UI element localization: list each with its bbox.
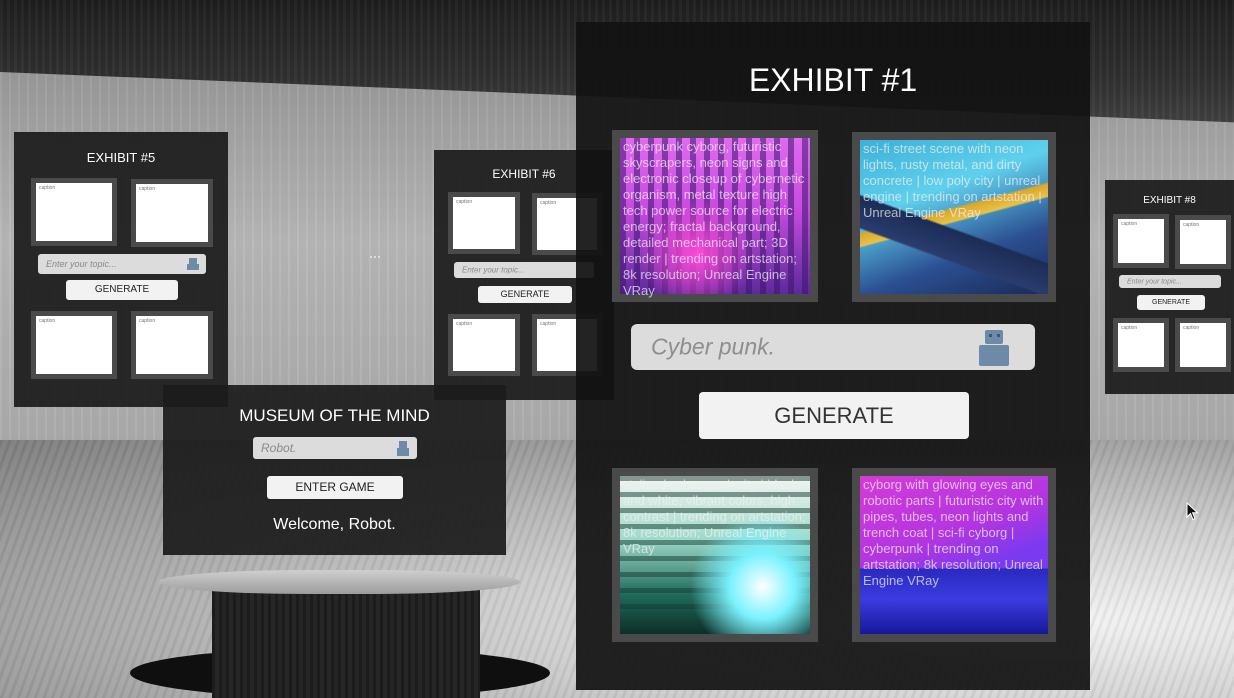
image-caption: caption: [1121, 221, 1138, 227]
robot-icon: [979, 330, 1009, 366]
robot-icon: [187, 258, 199, 270]
exhibit-1-title: EXHIBIT #1: [748, 62, 918, 98]
exhibit-1-generate-button[interactable]: GENERATE: [699, 392, 969, 439]
exhibit-6-image-3[interactable]: caption: [448, 314, 520, 376]
exhibit-1-image-4[interactable]: cyborg with glowing eyes and robotic par…: [852, 468, 1056, 642]
exhibit-1-panel: EXHIBIT #1 cyberpunk cyborg, futuristic …: [576, 22, 1090, 690]
exhibit-1-topic-input[interactable]: Cyber punk.: [631, 324, 1035, 370]
exhibit-1-image-3[interactable]: stylized cyber punk city | black and whi…: [612, 468, 818, 642]
image-caption: caption: [456, 199, 473, 205]
welcome-message: Welcome, Robot.: [273, 516, 396, 533]
image-caption: caption: [540, 321, 557, 327]
name-input[interactable]: Robot.: [253, 437, 417, 459]
exhibit-5-title: EXHIBIT #5: [86, 150, 156, 165]
exhibit-8-image-1[interactable]: caption: [1113, 214, 1169, 268]
exhibit-8-image-3[interactable]: caption: [1113, 318, 1169, 372]
exhibit-5-image-1[interactable]: caption: [31, 178, 117, 246]
exhibit-6-generate-button[interactable]: GENERATE: [478, 286, 572, 303]
exhibit-8-image-2[interactable]: caption: [1175, 215, 1231, 269]
exhibit-5-image-3[interactable]: caption: [31, 311, 117, 379]
image-caption: caption: [1183, 222, 1200, 228]
pedestal-base: [212, 590, 480, 698]
exhibit-8-title: EXHIBIT #8: [1143, 195, 1196, 206]
pedestal-top: [158, 570, 520, 594]
exhibit-8-topic-input[interactable]: Enter your topic...: [1119, 275, 1221, 288]
exhibit-6-image-1[interactable]: caption: [448, 192, 520, 254]
image-caption: stylized cyber punk city | black and whi…: [623, 477, 806, 556]
image-caption: caption: [139, 318, 156, 324]
robot-icon: [397, 441, 409, 456]
game-scene: EXHIBIT #5 caption caption Enter your to…: [0, 0, 1234, 698]
exhibit-8-panel: EXHIBIT #8 caption caption Enter your to…: [1105, 180, 1234, 394]
exhibit-8-image-4[interactable]: caption: [1175, 318, 1231, 372]
image-caption: cyborg with glowing eyes and robotic par…: [863, 477, 1044, 588]
exhibit-5-image-4[interactable]: caption: [131, 311, 213, 379]
image-caption: caption: [540, 200, 557, 206]
exhibit-5-panel: EXHIBIT #5 caption caption Enter your to…: [14, 132, 228, 407]
exhibit-5-topic-input[interactable]: Enter your topic...: [38, 254, 206, 274]
image-caption: caption: [456, 321, 473, 327]
exhibit-8-generate-button[interactable]: GENERATE: [1137, 295, 1205, 310]
image-caption: sci-fi street scene with neon lights, ru…: [863, 141, 1042, 220]
mouse-cursor-icon: [1186, 502, 1199, 521]
image-caption: caption: [39, 185, 56, 191]
museum-title: MUSEUM OF THE MIND: [239, 406, 430, 425]
image-caption: cyberpunk cyborg, futuristic skyscrapers…: [623, 139, 805, 298]
exhibit-1-image-1[interactable]: cyberpunk cyborg, futuristic skyscrapers…: [612, 130, 818, 302]
image-caption: caption: [39, 318, 56, 324]
image-caption: caption: [1121, 325, 1138, 331]
crosshair-marker: [370, 256, 382, 258]
image-caption: caption: [139, 186, 156, 192]
museum-login-panel: MUSEUM OF THE MIND Robot. ENTER GAME Wel…: [163, 385, 506, 555]
exhibit-6-topic-input[interactable]: Enter your topic...: [454, 262, 594, 278]
enter-game-button[interactable]: ENTER GAME: [267, 476, 403, 499]
exhibit-5-generate-button[interactable]: GENERATE: [66, 280, 178, 300]
image-caption: caption: [1183, 325, 1200, 331]
exhibit-5-image-2[interactable]: caption: [131, 179, 213, 247]
exhibit-1-image-2[interactable]: sci-fi street scene with neon lights, ru…: [852, 132, 1056, 302]
